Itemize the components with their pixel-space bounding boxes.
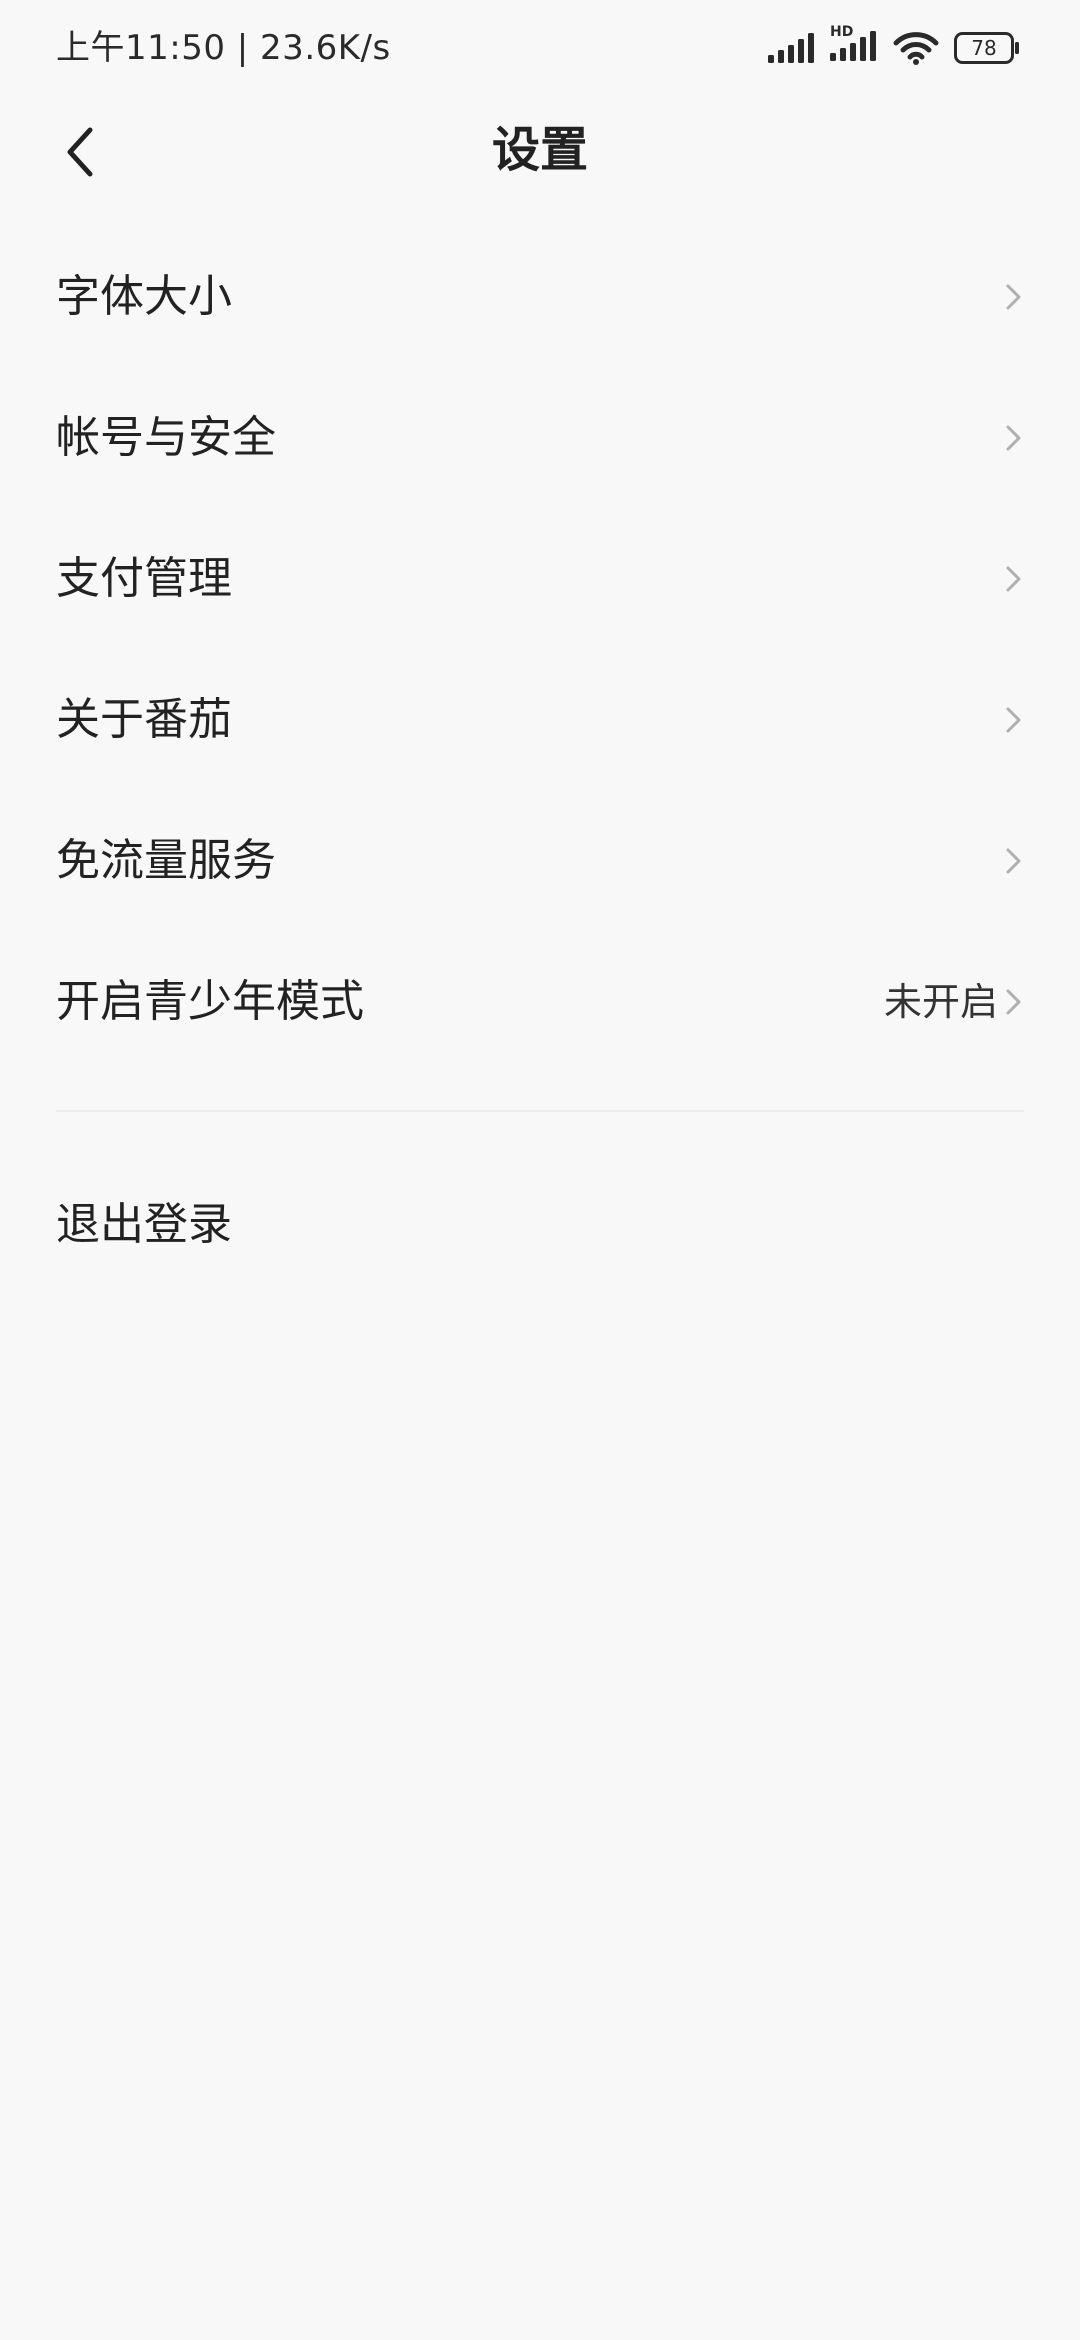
menu-item-label: 开启青少年模式 xyxy=(56,975,364,1027)
battery-level: 78 xyxy=(971,36,997,60)
chevron-right-icon xyxy=(1006,425,1021,450)
divider xyxy=(56,1110,1024,1112)
status-bar: 上午11:50 | 23.6K/s HD 78 xyxy=(0,0,1080,96)
menu-item-teen-mode[interactable]: 开启青少年模式 未开启 xyxy=(0,931,1080,1072)
hd-signal-icon: HD xyxy=(830,25,878,65)
menu-item-label: 帐号与安全 xyxy=(56,411,276,463)
menu-item-account-security[interactable]: 帐号与安全 xyxy=(0,367,1080,508)
chevron-right-icon xyxy=(1006,989,1021,1014)
battery-icon: 78 xyxy=(954,32,1020,64)
page-title: 设置 xyxy=(491,122,588,178)
menu-item-label: 关于番茄 xyxy=(56,693,232,745)
hd-label: HD xyxy=(830,24,854,40)
status-time-speed: 上午11:50 | 23.6K/s xyxy=(56,28,391,68)
logout-label: 退出登录 xyxy=(56,1199,232,1250)
wifi-icon xyxy=(892,31,940,65)
menu-item-label: 免流量服务 xyxy=(56,834,276,886)
chevron-right-icon xyxy=(1006,707,1021,732)
menu-item-about[interactable]: 关于番茄 xyxy=(0,649,1080,790)
nav-bar: 设置 xyxy=(0,96,1080,236)
chevron-right-icon xyxy=(1006,566,1021,591)
menu-item-font-size[interactable]: 字体大小 xyxy=(0,226,1080,367)
menu-item-label: 支付管理 xyxy=(56,552,232,604)
status-icons: HD 78 xyxy=(768,25,1020,70)
menu-item-free-data-service[interactable]: 免流量服务 xyxy=(0,790,1080,931)
logout-button[interactable]: 退出登录 xyxy=(0,1155,1080,1295)
menu-item-payment-management[interactable]: 支付管理 xyxy=(0,508,1080,649)
chevron-right-icon xyxy=(1006,284,1021,309)
menu-item-label: 字体大小 xyxy=(56,270,232,322)
settings-menu: 字体大小 帐号与安全 支付管理 关于番茄 免流量服务 开启青少年模式 未开启 xyxy=(0,226,1080,1072)
signal-icon xyxy=(768,33,816,63)
chevron-right-icon xyxy=(1006,848,1021,873)
teen-mode-status: 未开启 xyxy=(883,979,998,1024)
